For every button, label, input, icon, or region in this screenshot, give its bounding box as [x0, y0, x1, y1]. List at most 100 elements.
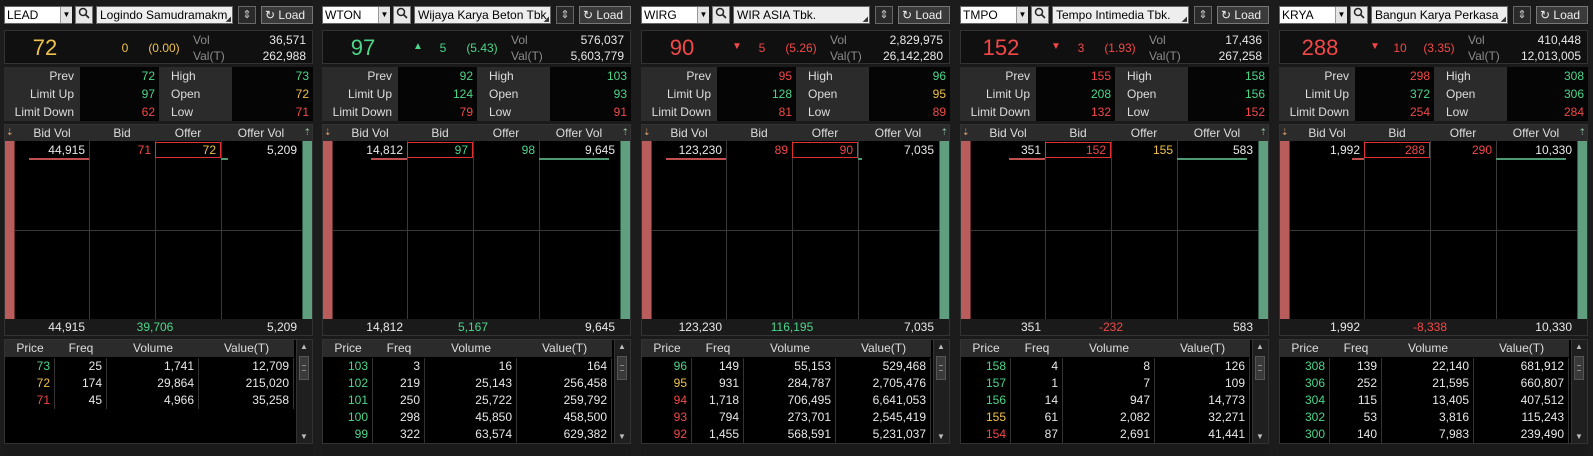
search-icon[interactable] — [712, 6, 730, 24]
offer-volume-cell[interactable]: 583 — [1177, 143, 1257, 157]
offer-price-cell[interactable]: 290 — [1430, 143, 1496, 157]
bid-volume-cell[interactable]: 351 — [971, 143, 1045, 157]
offer-price-cell[interactable]: 72 — [155, 142, 221, 158]
table-row[interactable]: 96 149 55,153 529,468 — [642, 358, 931, 375]
table-row[interactable]: 154 87 2,691 41,441 — [961, 426, 1250, 443]
load-button[interactable]: ↻ Load — [261, 6, 313, 24]
scroll-thumb[interactable] — [299, 356, 309, 380]
table-row[interactable]: 157 1 7 109 — [961, 375, 1250, 392]
search-icon[interactable] — [393, 6, 411, 24]
load-button[interactable]: ↻ Load — [1536, 6, 1588, 24]
bid-price-cell[interactable]: 288 — [1364, 142, 1430, 158]
search-icon[interactable] — [75, 6, 93, 24]
scroll-up-icon[interactable]: ▲ — [1575, 342, 1583, 351]
search-icon[interactable] — [1031, 6, 1049, 24]
vertical-scrollbar[interactable]: ▲ ▼ — [933, 340, 949, 443]
table-row[interactable]: 155 61 2,082 32,271 — [961, 409, 1250, 426]
table-row[interactable]: 72 174 29,864 215,020 — [5, 375, 294, 392]
panel-toolbar: WIRG ▼ WIR ASIA Tbk. ◢ ⇕ ↻ Load — [641, 4, 950, 26]
trade-table-header: Price Freq Volume Value(T) — [323, 340, 612, 357]
offer-volume-cell[interactable]: 7,035 — [858, 143, 938, 157]
swap-arrows-icon[interactable]: ⇕ — [238, 6, 256, 24]
offer-price-cell[interactable]: 98 — [473, 143, 539, 157]
search-icon[interactable] — [1350, 6, 1368, 24]
table-row[interactable]: 306 252 21,595 660,807 — [1280, 375, 1569, 392]
table-row[interactable]: 158 4 8 126 — [961, 358, 1250, 375]
offer-price-cell[interactable]: 90 — [792, 142, 858, 158]
bid-volume-cell[interactable]: 1,992 — [1290, 143, 1364, 157]
sort-icon[interactable]: ⇡ — [1259, 127, 1267, 138]
swap-arrows-icon[interactable]: ⇕ — [1513, 6, 1531, 24]
chevron-down-icon[interactable]: ▼ — [60, 7, 72, 23]
swap-arrows-icon[interactable]: ⇕ — [1194, 6, 1212, 24]
sort-icon[interactable]: ⇣ — [962, 127, 970, 138]
table-row[interactable]: 300 140 7,983 239,490 — [1280, 426, 1569, 443]
vertical-scrollbar[interactable]: ▲ ▼ — [296, 340, 312, 443]
sort-icon[interactable]: ⇡ — [303, 127, 311, 138]
bid-volume-cell[interactable]: 123,230 — [652, 143, 726, 157]
swap-arrows-icon[interactable]: ⇕ — [875, 6, 893, 24]
load-button[interactable]: ↻ Load — [898, 6, 950, 24]
company-name-field[interactable]: Tempo Intimedia Tbk. ◢ — [1052, 6, 1189, 24]
table-row[interactable]: 100 298 45,850 458,500 — [323, 409, 612, 426]
table-row[interactable]: 95 931 284,787 2,705,476 — [642, 375, 931, 392]
bid-price-cell[interactable]: 152 — [1045, 142, 1111, 158]
sort-icon[interactable]: ⇡ — [940, 127, 948, 138]
offer-volume-cell[interactable]: 5,209 — [221, 143, 301, 157]
bid-price-cell[interactable]: 97 — [407, 142, 473, 158]
vertical-scrollbar[interactable]: ▲ ▼ — [1252, 340, 1268, 443]
table-row[interactable]: 304 115 13,405 407,512 — [1280, 392, 1569, 409]
bid-volume-cell[interactable]: 14,812 — [333, 143, 407, 157]
table-row[interactable]: 103 3 16 164 — [323, 358, 612, 375]
scroll-down-icon[interactable]: ▼ — [1575, 432, 1583, 441]
chevron-down-icon[interactable]: ▼ — [1335, 7, 1347, 23]
sort-icon[interactable]: ⇣ — [643, 127, 651, 138]
table-row[interactable]: 94 1,718 706,495 6,641,053 — [642, 392, 931, 409]
chevron-down-icon[interactable]: ▼ — [378, 7, 390, 23]
scroll-up-icon[interactable]: ▲ — [937, 342, 945, 351]
table-row[interactable]: 302 53 3,816 115,243 — [1280, 409, 1569, 426]
scroll-down-icon[interactable]: ▼ — [618, 432, 626, 441]
vertical-scrollbar[interactable]: ▲ ▼ — [1571, 340, 1587, 443]
table-row[interactable]: 308 139 22,140 681,912 — [1280, 358, 1569, 375]
sort-icon[interactable]: ⇣ — [6, 127, 14, 138]
offer-volume-cell[interactable]: 9,645 — [539, 143, 619, 157]
offer-price-cell[interactable]: 155 — [1111, 143, 1177, 157]
table-row[interactable]: 99 322 63,574 629,382 — [323, 426, 612, 443]
table-row[interactable]: 156 14 947 14,773 — [961, 392, 1250, 409]
company-name-field[interactable]: Wijaya Karya Beton Tbk ◢ — [414, 6, 551, 24]
scroll-up-icon[interactable]: ▲ — [300, 342, 308, 351]
company-name-field[interactable]: Logindo Samudramakm ◢ — [96, 6, 233, 24]
scroll-thumb[interactable] — [1255, 356, 1265, 380]
table-row[interactable]: 92 1,455 568,591 5,231,037 — [642, 426, 931, 443]
table-row[interactable]: 93 794 273,701 2,545,419 — [642, 409, 931, 426]
scroll-up-icon[interactable]: ▲ — [618, 342, 626, 351]
table-row[interactable]: 102 219 25,143 256,458 — [323, 375, 612, 392]
sort-icon[interactable]: ⇡ — [1578, 127, 1586, 138]
scroll-thumb[interactable] — [1574, 356, 1584, 380]
vertical-scrollbar[interactable]: ▲ ▼ — [614, 340, 630, 443]
swap-arrows-icon[interactable]: ⇕ — [556, 6, 574, 24]
sort-icon[interactable]: ⇣ — [1281, 127, 1289, 138]
company-name-field[interactable]: WIR ASIA Tbk. ◢ — [733, 6, 870, 24]
scroll-down-icon[interactable]: ▼ — [300, 432, 308, 441]
scroll-thumb[interactable] — [617, 356, 627, 380]
bid-price-cell[interactable]: 71 — [89, 143, 155, 157]
load-button[interactable]: ↻ Load — [1217, 6, 1269, 24]
company-name-field[interactable]: Bangun Karya Perkasa ◢ — [1371, 6, 1508, 24]
chevron-down-icon[interactable]: ▼ — [697, 7, 709, 23]
sort-icon[interactable]: ⇡ — [621, 127, 629, 138]
bid-volume-cell[interactable]: 44,915 — [15, 143, 89, 157]
scroll-thumb[interactable] — [936, 356, 946, 380]
bid-price-cell[interactable]: 89 — [726, 143, 792, 157]
load-button[interactable]: ↻ Load — [579, 6, 631, 24]
scroll-down-icon[interactable]: ▼ — [1256, 432, 1264, 441]
scroll-down-icon[interactable]: ▼ — [937, 432, 945, 441]
table-row[interactable]: 73 25 1,741 12,709 — [5, 358, 294, 375]
sort-icon[interactable]: ⇣ — [324, 127, 332, 138]
scroll-up-icon[interactable]: ▲ — [1256, 342, 1264, 351]
chevron-down-icon[interactable]: ▼ — [1016, 7, 1028, 23]
table-row[interactable]: 101 250 25,722 259,792 — [323, 392, 612, 409]
table-row[interactable]: 71 45 4,966 35,258 — [5, 392, 294, 409]
offer-volume-cell[interactable]: 10,330 — [1496, 143, 1576, 157]
